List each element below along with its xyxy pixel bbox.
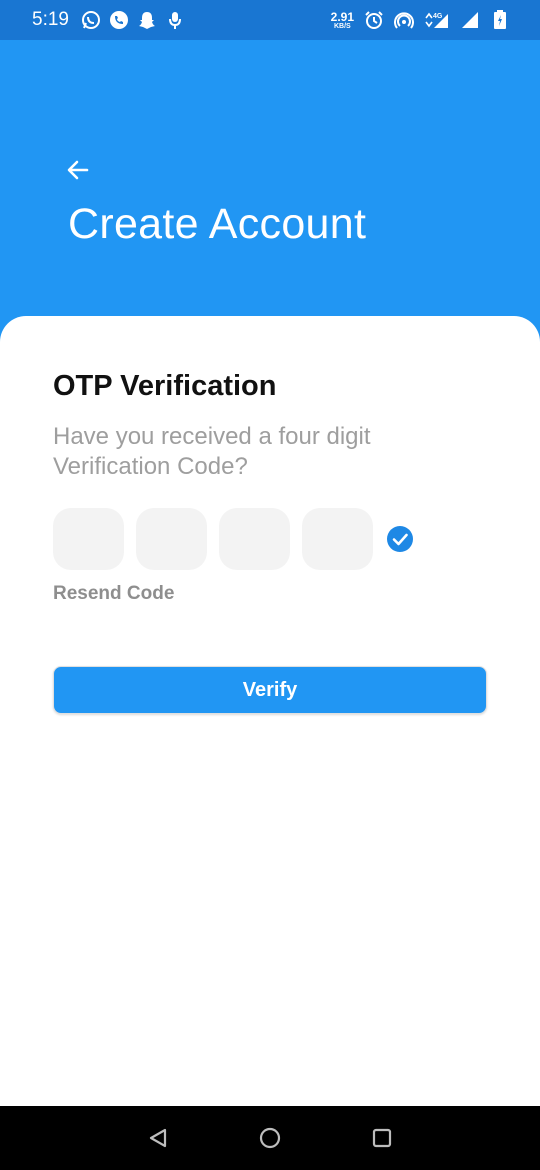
svg-text:4G: 4G <box>433 13 443 20</box>
home-circle-icon <box>259 1127 281 1149</box>
screen: 5:19 2.91 KB/S 4G Create Account OTP Ver… <box>0 0 540 1170</box>
back-triangle-icon <box>149 1128 167 1148</box>
navigation-bar <box>0 1106 540 1170</box>
check-circle-icon <box>387 526 413 552</box>
otp-card: OTP Verification Have you received a fou… <box>0 316 540 1106</box>
nav-home-button[interactable] <box>257 1125 283 1151</box>
nav-back-button[interactable] <box>145 1125 171 1151</box>
otp-input-row <box>53 508 414 570</box>
recents-square-icon <box>372 1128 392 1148</box>
resend-code-link[interactable]: Resend Code <box>53 583 174 605</box>
verify-button[interactable]: Verify <box>53 666 487 714</box>
signal-4g-icon: 4G <box>424 10 450 30</box>
net-speed-value: 2.91 <box>330 9 354 24</box>
page-title: Create Account <box>68 200 367 248</box>
signal-icon <box>460 10 480 30</box>
status-system-icons: 2.91 KB/S 4G <box>331 10 510 30</box>
otp-digit-3[interactable] <box>219 508 290 570</box>
otp-subtitle: Have you received a four digit Verificat… <box>53 423 371 480</box>
mic-icon <box>165 10 185 30</box>
battery-icon <box>490 10 510 30</box>
whatsapp-icon <box>81 10 101 30</box>
otp-digit-4[interactable] <box>302 508 373 570</box>
snapchat-icon <box>137 10 157 30</box>
net-speed-unit: KB/S <box>333 22 351 30</box>
net-speed: 2.91 KB/S <box>331 11 354 30</box>
arrow-left-icon <box>67 160 89 180</box>
phone-icon <box>109 10 129 30</box>
otp-digit-2[interactable] <box>136 508 207 570</box>
back-button[interactable] <box>58 150 98 190</box>
status-time: 5:19 <box>32 9 69 30</box>
nav-recents-button[interactable] <box>369 1125 395 1151</box>
status-notification-icons <box>81 10 185 30</box>
alarm-icon <box>364 10 384 30</box>
otp-title: OTP Verification <box>53 370 277 402</box>
status-bar: 5:19 2.91 KB/S 4G <box>0 0 540 40</box>
hotspot-icon <box>394 10 414 30</box>
header: Create Account <box>0 40 540 340</box>
otp-digit-1[interactable] <box>53 508 124 570</box>
